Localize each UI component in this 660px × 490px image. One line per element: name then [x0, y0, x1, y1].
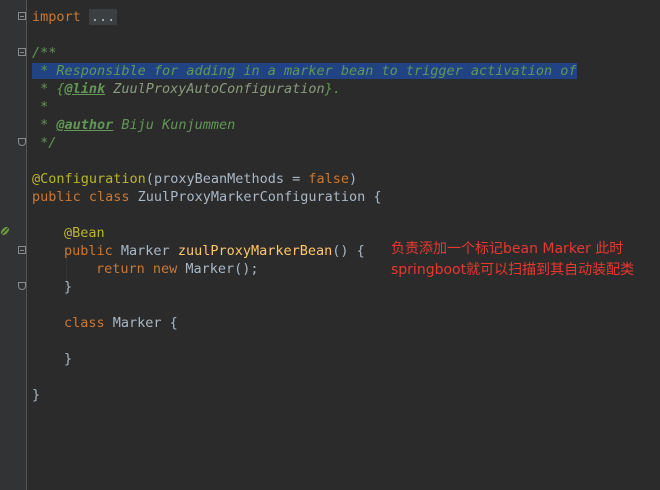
- keyword-public-class: public class: [32, 189, 138, 205]
- method-name: zuulProxyMarkerBean: [177, 243, 333, 259]
- doc-comment-close: */: [32, 135, 57, 151]
- doc-comment-star: *: [32, 99, 49, 115]
- paren-close: ): [349, 171, 358, 187]
- keyword-class: class: [64, 315, 113, 331]
- doc-comment-suffix: }.: [324, 81, 341, 97]
- method-close-brace: }: [64, 279, 73, 295]
- folded-imports[interactable]: ...: [88, 9, 118, 25]
- fold-icon[interactable]: [18, 48, 26, 56]
- method-signature-rest: () {: [332, 243, 365, 259]
- code-line-doc-close: */: [0, 134, 660, 152]
- return-expression: Marker();: [185, 261, 259, 277]
- doc-author-name: Biju Kunjummen: [113, 117, 236, 133]
- annotation-param: proxyBeanMethods =: [153, 171, 309, 187]
- code-line-class-close: }: [0, 386, 660, 404]
- doc-link-reference[interactable]: ZuulProxyAutoConfiguration: [105, 81, 324, 97]
- bean-annotation: @Bean: [64, 225, 105, 241]
- code-line-doc-open: /**: [0, 44, 660, 62]
- keyword-public: public: [64, 243, 121, 259]
- configuration-annotation: @Configuration: [32, 171, 146, 187]
- code-line-configuration: @Configuration(proxyBeanMethods = false): [0, 170, 660, 188]
- code-line-doc-4: * @author Biju Kunjummen: [0, 116, 660, 134]
- marker-class-name: Marker {: [112, 315, 178, 331]
- code-line-method-close: }: [0, 278, 660, 296]
- doc-comment-prefix: * {: [32, 81, 65, 97]
- code-line-marker-class: class Marker {: [0, 314, 660, 332]
- doc-comment-text: * Responsible for adding in a marker bea…: [32, 63, 577, 79]
- doc-comment-open: /**: [32, 45, 57, 61]
- keyword-return-new: return new: [96, 261, 186, 277]
- annotation-note-line-2: springboot就可以扫描到其自动装配类: [391, 262, 635, 278]
- fold-icon[interactable]: [18, 246, 26, 254]
- fold-icon[interactable]: [18, 12, 26, 20]
- code-line-doc-2: * {@link ZuulProxyAutoConfiguration}.: [0, 80, 660, 98]
- code-line-import: import ...: [0, 8, 660, 26]
- class-name: ZuulProxyMarkerConfiguration {: [137, 189, 382, 205]
- keyword-import: import: [32, 9, 81, 25]
- annotation-note-line-1: 负责添加一个标记bean Marker 此时: [391, 241, 624, 257]
- marker-close-brace: }: [64, 351, 73, 367]
- fold-icon[interactable]: [18, 282, 26, 290]
- doc-link-tag[interactable]: @link: [65, 81, 106, 97]
- class-close-brace: }: [32, 387, 41, 403]
- doc-comment-prefix: *: [32, 117, 57, 133]
- code-line-doc-1: * Responsible for adding in a marker bea…: [0, 62, 660, 80]
- fold-icon[interactable]: [18, 138, 26, 146]
- code-line-marker-close: }: [0, 350, 660, 368]
- code-line-doc-3: *: [0, 98, 660, 116]
- paren-open: (: [145, 171, 154, 187]
- doc-author-tag: @author: [56, 117, 114, 133]
- code-line-class-decl: public class ZuulProxyMarkerConfiguratio…: [0, 188, 660, 206]
- annotation-value: false: [308, 171, 350, 187]
- method-return-type: Marker: [120, 243, 178, 259]
